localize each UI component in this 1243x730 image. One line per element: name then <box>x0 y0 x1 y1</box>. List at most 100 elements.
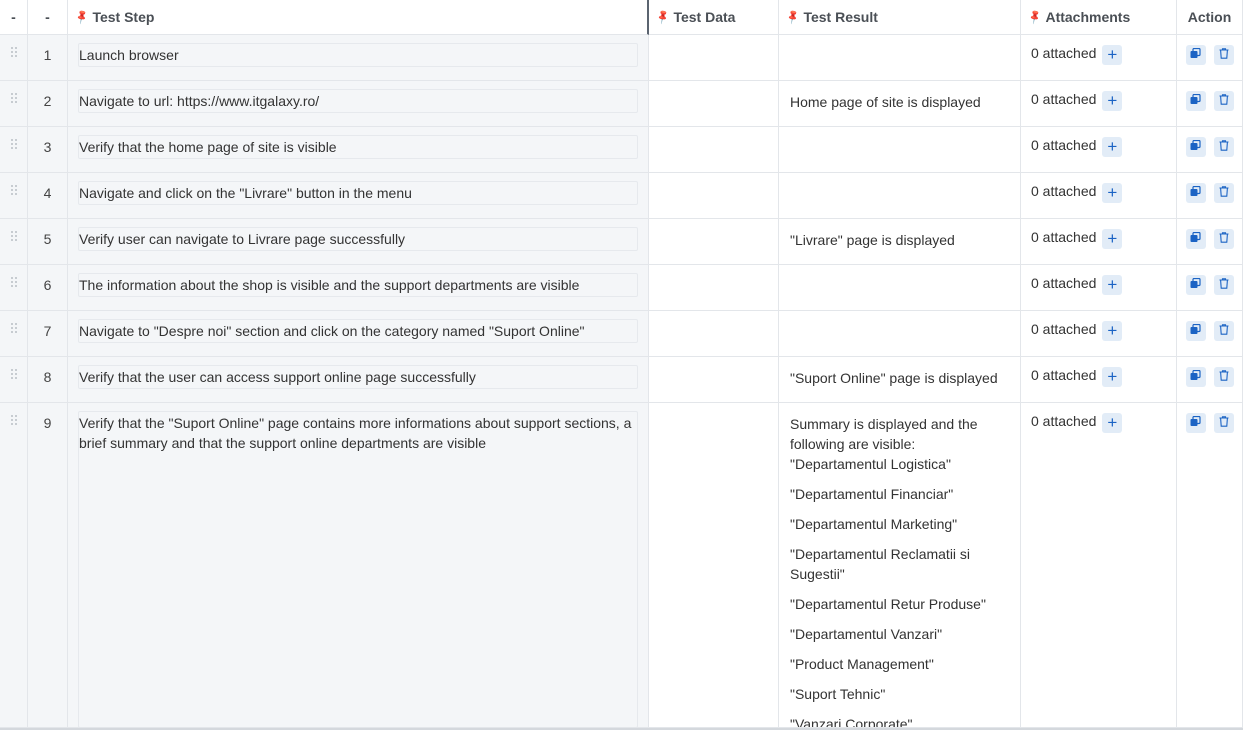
drag-handle-icon[interactable] <box>10 139 17 149</box>
delete-step-button[interactable] <box>1213 45 1234 65</box>
clone-step-button[interactable] <box>1185 137 1206 157</box>
test-result-cell[interactable]: Summary is displayed and the following a… <box>779 403 1021 728</box>
drag-handle-icon[interactable] <box>10 93 17 103</box>
drag-handle[interactable] <box>0 357 28 403</box>
add-attachment-button[interactable]: + <box>1102 413 1123 433</box>
attachments-column-header[interactable]: 📌 Attachments <box>1021 0 1177 35</box>
drag-handle-icon[interactable] <box>10 277 17 287</box>
add-attachment-button[interactable]: + <box>1102 321 1123 341</box>
test-step-input[interactable]: The information about the shop is visibl… <box>78 273 638 297</box>
pin-icon[interactable]: 📌 <box>785 9 802 25</box>
trash-icon <box>1219 92 1229 110</box>
test-result-cell[interactable] <box>779 127 1021 173</box>
clone-step-button[interactable] <box>1185 275 1206 295</box>
test-step-input[interactable]: Navigate to "Despre noi" section and cli… <box>78 319 638 343</box>
add-attachment-button[interactable]: + <box>1102 275 1123 295</box>
test-step-cell: Verify that the home page of site is vis… <box>68 127 649 173</box>
test-result-cell[interactable]: Home page of site is displayed <box>779 81 1021 127</box>
add-attachment-button[interactable]: + <box>1102 183 1123 203</box>
clone-step-button[interactable] <box>1185 229 1206 249</box>
add-attachment-button[interactable]: + <box>1102 137 1123 157</box>
delete-step-button[interactable] <box>1213 137 1234 157</box>
delete-step-button[interactable] <box>1213 91 1234 111</box>
test-data-cell[interactable] <box>649 173 779 219</box>
delete-step-button[interactable] <box>1213 321 1234 341</box>
test-data-cell[interactable] <box>649 81 779 127</box>
drag-handle[interactable] <box>0 35 28 81</box>
test-data-header-label: Test Data <box>673 9 736 25</box>
drag-handle-icon[interactable] <box>10 369 17 379</box>
clone-step-button[interactable] <box>1185 321 1206 341</box>
test-result-cell[interactable] <box>779 265 1021 311</box>
pin-icon[interactable]: 📌 <box>74 9 91 25</box>
action-column-header: Action <box>1177 0 1243 35</box>
test-result-cell[interactable] <box>779 173 1021 219</box>
test-result-line: "Livrare" page is displayed <box>790 232 955 248</box>
test-data-cell[interactable] <box>649 35 779 81</box>
step-number: 2 <box>28 81 68 127</box>
test-step-input[interactable]: Navigate to url: https://www.itgalaxy.ro… <box>78 89 638 113</box>
plus-icon: + <box>1107 367 1118 386</box>
test-step-cell: Launch browser <box>68 35 649 81</box>
drag-handle-icon[interactable] <box>10 47 17 57</box>
clone-step-button[interactable] <box>1185 45 1206 65</box>
attachments-count: 0 attached <box>1031 367 1097 383</box>
test-result-column-header[interactable]: 📌 Test Result <box>779 0 1021 35</box>
clone-icon <box>1190 414 1201 432</box>
test-result-cell[interactable]: "Suport Online" page is displayed <box>779 357 1021 403</box>
drag-handle-icon[interactable] <box>10 231 17 241</box>
drag-handle[interactable] <box>0 127 28 173</box>
number-column-header[interactable]: - <box>28 0 68 35</box>
pin-icon[interactable]: 📌 <box>655 9 672 25</box>
delete-step-button[interactable] <box>1213 367 1234 387</box>
attachments-count: 0 attached <box>1031 229 1097 245</box>
drag-handle-icon[interactable] <box>10 185 17 195</box>
drag-handle[interactable] <box>0 173 28 219</box>
test-result-line: "Departamentul Vanzari" <box>790 626 943 642</box>
test-step-input[interactable]: Verify that the user can access support … <box>78 365 638 389</box>
delete-step-button[interactable] <box>1213 229 1234 249</box>
test-data-cell[interactable] <box>649 219 779 265</box>
delete-step-button[interactable] <box>1213 413 1234 433</box>
test-step-input[interactable]: Verify that the "Suport Online" page con… <box>78 411 638 727</box>
pin-icon[interactable]: 📌 <box>1027 9 1044 25</box>
add-attachment-button[interactable]: + <box>1102 367 1123 387</box>
test-step-input[interactable]: Verify user can navigate to Livrare page… <box>78 227 638 251</box>
test-data-cell[interactable] <box>649 127 779 173</box>
add-attachment-button[interactable]: + <box>1102 229 1123 249</box>
drag-handle-icon[interactable] <box>10 323 17 333</box>
add-attachment-button[interactable]: + <box>1102 45 1123 65</box>
drag-handle[interactable] <box>0 219 28 265</box>
test-data-cell[interactable] <box>649 311 779 357</box>
test-result-cell[interactable]: "Livrare" page is displayed <box>779 219 1021 265</box>
drag-handle[interactable] <box>0 311 28 357</box>
test-data-cell[interactable] <box>649 357 779 403</box>
drag-handle[interactable] <box>0 81 28 127</box>
test-result-line: "Departamentul Marketing" <box>790 516 958 532</box>
drag-handle[interactable] <box>0 403 28 728</box>
test-data-cell[interactable] <box>649 403 779 728</box>
delete-step-button[interactable] <box>1213 183 1234 203</box>
test-data-column-header[interactable]: 📌 Test Data <box>649 0 779 35</box>
clone-step-button[interactable] <box>1185 413 1206 433</box>
test-step-input[interactable]: Launch browser <box>78 43 638 67</box>
test-step-input[interactable]: Verify that the home page of site is vis… <box>78 135 638 159</box>
test-data-cell[interactable] <box>649 265 779 311</box>
drag-handle[interactable] <box>0 265 28 311</box>
test-step-input[interactable]: Navigate and click on the "Livrare" butt… <box>78 181 638 205</box>
clone-step-button[interactable] <box>1185 367 1206 387</box>
attachments-cell: 0 attached + <box>1021 403 1177 728</box>
drag-column-header: - <box>0 0 28 35</box>
test-result-cell[interactable] <box>779 35 1021 81</box>
add-attachment-button[interactable]: + <box>1102 91 1123 111</box>
drag-column-header-label: - <box>11 9 16 25</box>
delete-step-button[interactable] <box>1213 275 1234 295</box>
trash-icon <box>1219 230 1229 248</box>
plus-icon: + <box>1107 321 1118 340</box>
test-step-column-header[interactable]: 📌 Test Step <box>68 0 649 35</box>
clone-step-button[interactable] <box>1185 91 1206 111</box>
test-result-line: "Departamentul Reclamatii si Sugestii" <box>790 546 971 582</box>
drag-handle-icon[interactable] <box>10 415 17 425</box>
clone-step-button[interactable] <box>1185 183 1206 203</box>
test-result-cell[interactable] <box>779 311 1021 357</box>
